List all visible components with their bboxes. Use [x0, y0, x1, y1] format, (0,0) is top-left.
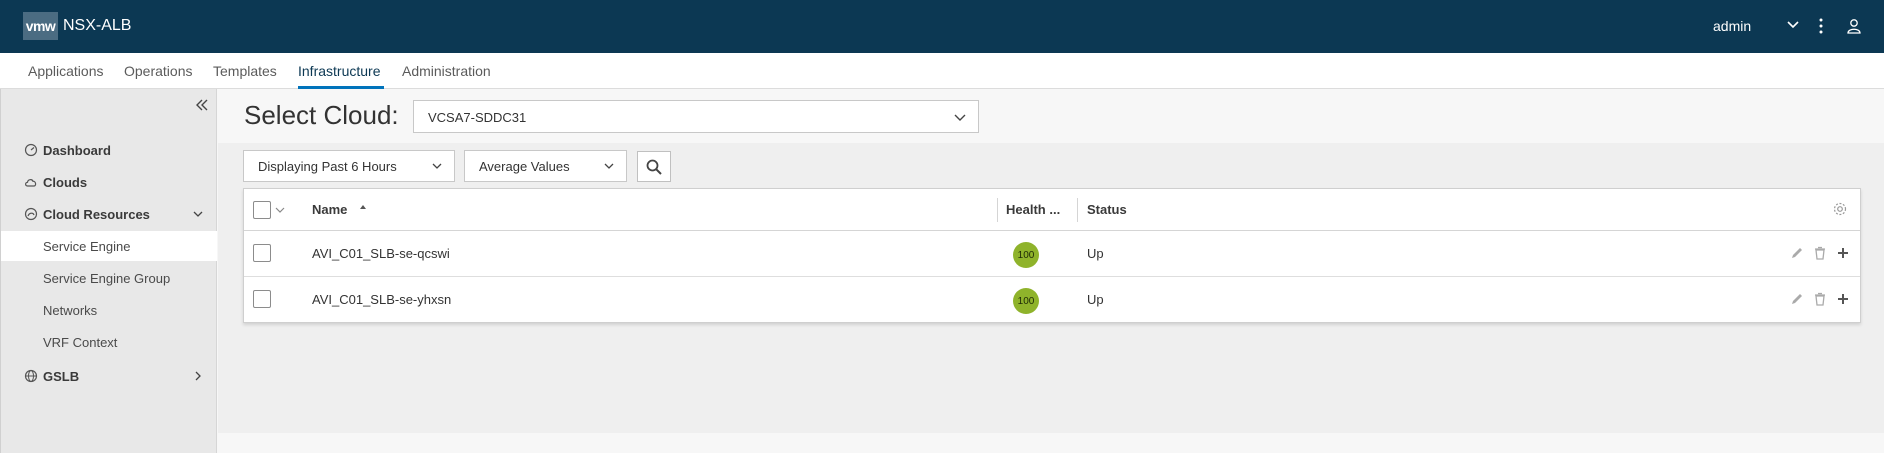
- time-range-value: Displaying Past 6 Hours: [258, 159, 397, 174]
- table-row[interactable]: AVI_C01_SLB-se-yhxsn 100 Up: [244, 277, 1860, 323]
- gslb-icon: [24, 369, 38, 383]
- tab-applications[interactable]: Applications: [28, 63, 104, 79]
- active-tab-indicator: [298, 86, 384, 89]
- column-header-status[interactable]: Status: [1087, 202, 1127, 217]
- chevron-down-icon[interactable]: [191, 207, 205, 221]
- cloud-resources-icon: [24, 207, 38, 221]
- sidebar-item-clouds[interactable]: Clouds: [1, 167, 217, 197]
- sidebar-item-service-engine-group[interactable]: Service Engine Group: [1, 263, 217, 293]
- sidebar-item-label: VRF Context: [43, 334, 118, 350]
- sidebar-item-label: Service Engine: [43, 238, 131, 254]
- row-checkbox[interactable]: [253, 244, 271, 262]
- column-divider[interactable]: [997, 198, 998, 222]
- column-divider[interactable]: [1077, 198, 1078, 222]
- sidebar-item-label: Cloud Resources: [43, 206, 150, 222]
- vmware-logo: vmw: [23, 12, 58, 40]
- chevron-down-icon[interactable]: [274, 204, 286, 216]
- top-header: vmw NSX-ALB admin: [0, 0, 1884, 53]
- delete-icon[interactable]: [1812, 291, 1828, 307]
- sidebar-item-label: Dashboard: [43, 142, 111, 158]
- chevron-down-icon: [954, 114, 966, 121]
- sidebar: Dashboard Clouds Cloud Resources Service…: [0, 89, 217, 453]
- chevron-down-icon: [604, 163, 614, 169]
- add-icon[interactable]: [1835, 245, 1851, 261]
- tab-templates[interactable]: Templates: [213, 63, 277, 79]
- cloud-select[interactable]: VCSA7-SDDC31: [413, 100, 979, 133]
- delete-icon[interactable]: [1812, 245, 1828, 261]
- row-checkbox[interactable]: [253, 290, 271, 308]
- select-cloud-label: Select Cloud:: [244, 100, 399, 130]
- column-header-health[interactable]: Health ...: [1006, 202, 1060, 217]
- dashboard-icon: [24, 143, 38, 157]
- tab-operations[interactable]: Operations: [124, 63, 192, 79]
- sidebar-item-networks[interactable]: Networks: [1, 295, 217, 325]
- edit-icon[interactable]: [1789, 245, 1805, 261]
- se-name[interactable]: AVI_C01_SLB-se-qcswi: [312, 246, 450, 261]
- sidebar-item-label: Service Engine Group: [43, 270, 171, 286]
- value-type-value: Average Values: [479, 159, 570, 174]
- kebab-menu-icon[interactable]: [1814, 16, 1828, 36]
- time-range-dropdown[interactable]: Displaying Past 6 Hours: [243, 150, 455, 182]
- value-type-dropdown[interactable]: Average Values: [464, 150, 627, 182]
- sidebar-item-gslb[interactable]: GSLB: [1, 361, 217, 391]
- sidebar-item-cloud-resources[interactable]: Cloud Resources: [1, 199, 217, 229]
- sidebar-item-service-engine[interactable]: Service Engine: [1, 231, 217, 261]
- cloud-select-value: VCSA7-SDDC31: [428, 110, 527, 125]
- se-name[interactable]: AVI_C01_SLB-se-yhxsn: [312, 292, 451, 307]
- status-text: Up: [1087, 292, 1104, 307]
- tab-administration[interactable]: Administration: [402, 63, 491, 79]
- sidebar-item-label: GSLB: [43, 368, 80, 384]
- chevron-right-icon[interactable]: [191, 369, 205, 383]
- select-all-checkbox[interactable]: [253, 201, 271, 219]
- gear-icon[interactable]: [1832, 201, 1848, 217]
- chevron-down-icon: [432, 163, 442, 169]
- user-icon[interactable]: [1845, 17, 1863, 35]
- sidebar-item-vrf-context[interactable]: VRF Context: [1, 327, 217, 357]
- search-icon: [646, 159, 662, 175]
- collapse-sidebar-icon[interactable]: [194, 97, 210, 113]
- sidebar-item-label: Clouds: [43, 174, 88, 190]
- health-score-badge[interactable]: 100: [1013, 288, 1039, 314]
- table-row[interactable]: AVI_C01_SLB-se-qcswi 100 Up: [244, 231, 1860, 277]
- sort-ascending-icon[interactable]: [358, 202, 368, 212]
- sidebar-item-label: Networks: [43, 302, 98, 318]
- user-menu-label[interactable]: admin: [1713, 18, 1751, 34]
- tab-infrastructure[interactable]: Infrastructure: [298, 63, 380, 79]
- edit-icon[interactable]: [1789, 291, 1805, 307]
- sidebar-item-dashboard[interactable]: Dashboard: [1, 135, 217, 165]
- cloud-icon: [25, 179, 37, 187]
- table-header: Name Health ... Status: [244, 189, 1860, 231]
- health-score-badge[interactable]: 100: [1013, 242, 1039, 268]
- chevron-down-icon[interactable]: [1784, 16, 1802, 34]
- product-name: NSX-ALB: [63, 17, 132, 34]
- add-icon[interactable]: [1835, 291, 1851, 307]
- service-engine-table: Name Health ... Status AVI_C01_SLB-se-qc…: [243, 188, 1861, 323]
- column-header-name[interactable]: Name: [312, 202, 347, 217]
- main-nav-tabs: Applications Operations Templates Infras…: [0, 53, 1884, 89]
- status-text: Up: [1087, 246, 1104, 261]
- search-button[interactable]: [637, 151, 671, 182]
